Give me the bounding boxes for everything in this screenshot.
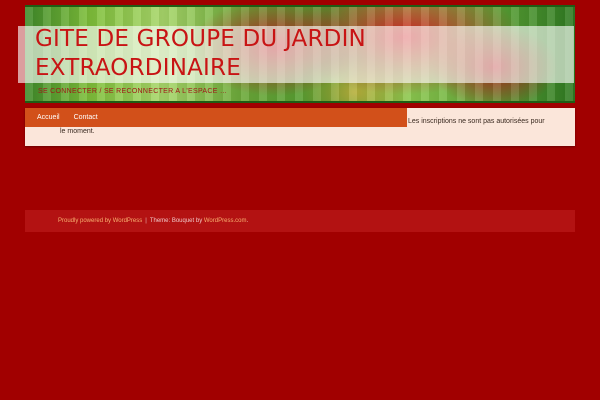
site-footer: Proudly powered by WordPress | Theme: Bo…: [25, 210, 575, 232]
nav-item-accueil[interactable]: Accueil: [37, 114, 60, 121]
footer-separator: |: [145, 218, 147, 224]
footer-period: .: [246, 218, 249, 224]
site-tagline: SE CONNECTER / SE RECONNECTER A L'ESPACE…: [38, 88, 228, 95]
site-title[interactable]: GITE DE GROUPE DU JARDIN EXTRAORDINAIRE: [35, 25, 435, 83]
page: GITE DE GROUPE DU JARDIN EXTRAORDINAIRE …: [0, 0, 600, 400]
theme-prefix: Theme: Bouquet by: [149, 218, 203, 224]
nav-item-contact[interactable]: Contact: [74, 114, 98, 121]
registration-notice-line2: le moment.: [60, 128, 95, 135]
theme-author-link[interactable]: WordPress.com: [204, 218, 247, 224]
main-navigation: Accueil Contact: [25, 108, 407, 127]
powered-by-link[interactable]: Proudly powered by WordPress: [58, 218, 142, 224]
registration-notice-line1: Les inscriptions ne sont pas autorisées …: [408, 118, 545, 125]
